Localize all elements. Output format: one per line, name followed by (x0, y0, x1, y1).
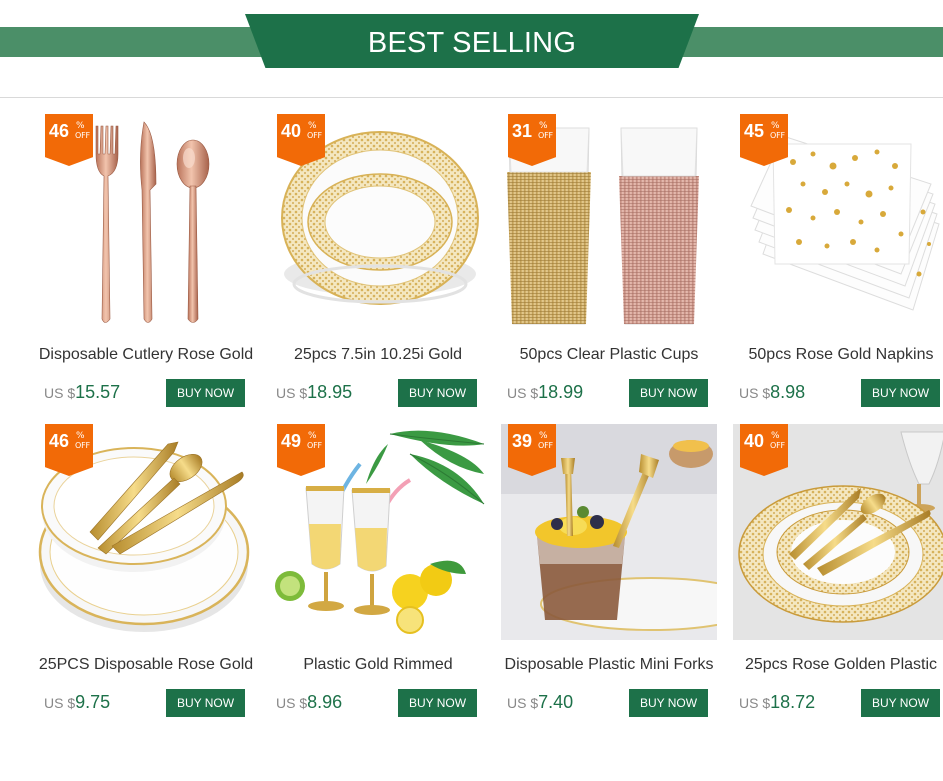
product-title[interactable]: 50pcs Rose Gold Napkins (727, 346, 943, 364)
product-price: US $18.95 (276, 382, 352, 403)
price-value: 8.96 (307, 692, 343, 712)
discount-badge: 31 % OFF (508, 114, 556, 166)
buy-now-button[interactable]: BUY NOW (166, 689, 245, 717)
currency-label: US $ (276, 385, 308, 401)
price-value: 18.99 (538, 382, 584, 402)
best-selling-banner: BEST SELLING (0, 14, 943, 70)
discount-badge: 40 % OFF (740, 424, 788, 476)
discount-badge: 46 % OFF (45, 114, 93, 166)
product-price: US $15.57 (44, 382, 120, 403)
banner-left-stripe (0, 27, 270, 57)
product-title[interactable]: 25PCS Disposable Rose Gold (32, 656, 260, 674)
currency-label: US $ (276, 695, 308, 711)
section-title: BEST SELLING (367, 27, 577, 59)
product-image[interactable]: 39 % OFF (501, 424, 717, 640)
banner-right-stripe (673, 27, 943, 57)
currency-label: US $ (739, 385, 771, 401)
buy-now-button[interactable]: BUY NOW (629, 689, 708, 717)
product-title[interactable]: Disposable Plastic Mini Forks (495, 656, 723, 674)
buy-now-button[interactable]: BUY NOW (398, 379, 477, 407)
product-price: US $18.72 (739, 692, 815, 713)
product-image[interactable]: 31 % OFF (501, 114, 717, 330)
buy-now-button[interactable]: BUY NOW (861, 379, 940, 407)
discount-badge: 39 % OFF (508, 424, 556, 476)
product-image[interactable]: 49 % OFF (270, 424, 486, 640)
product-price: US $18.99 (507, 382, 583, 403)
product-price: US $8.98 (739, 382, 805, 403)
section-divider (0, 97, 943, 98)
product-title[interactable]: Plastic Gold Rimmed (264, 656, 492, 674)
product-price: US $8.96 (276, 692, 342, 713)
product-title[interactable]: 50pcs Clear Plastic Cups (495, 346, 723, 364)
product-price: US $9.75 (44, 692, 110, 713)
price-value: 18.72 (770, 692, 816, 712)
price-value: 18.95 (307, 382, 353, 402)
currency-label: US $ (44, 385, 76, 401)
buy-now-button[interactable]: BUY NOW (861, 689, 940, 717)
currency-label: US $ (44, 695, 76, 711)
product-image[interactable]: 46 % OFF (38, 424, 254, 640)
product-title[interactable]: 25pcs 7.5in 10.25i Gold (264, 346, 492, 364)
buy-now-button[interactable]: BUY NOW (398, 689, 477, 717)
price-value: 9.75 (75, 692, 111, 712)
currency-label: US $ (739, 695, 771, 711)
product-price: US $7.40 (507, 692, 573, 713)
product-image[interactable]: 40 % OFF (270, 114, 486, 330)
product-title[interactable]: 25pcs Rose Golden Plastic (727, 656, 943, 674)
product-image[interactable]: 45 % OFF (733, 114, 943, 330)
price-value: 8.98 (770, 382, 806, 402)
buy-now-button[interactable]: BUY NOW (166, 379, 245, 407)
currency-label: US $ (507, 695, 539, 711)
product-image[interactable]: 46 % OFF (38, 114, 254, 330)
buy-now-button[interactable]: BUY NOW (629, 379, 708, 407)
discount-badge: 49 % OFF (277, 424, 325, 476)
product-image[interactable]: 40 % OFF (733, 424, 943, 640)
currency-label: US $ (507, 385, 539, 401)
price-value: 15.57 (75, 382, 121, 402)
price-value: 7.40 (538, 692, 574, 712)
discount-badge: 40 % OFF (277, 114, 325, 166)
product-title[interactable]: Disposable Cutlery Rose Gold (32, 346, 260, 364)
discount-badge: 45 % OFF (740, 114, 788, 166)
discount-badge: 46 % OFF (45, 424, 93, 476)
